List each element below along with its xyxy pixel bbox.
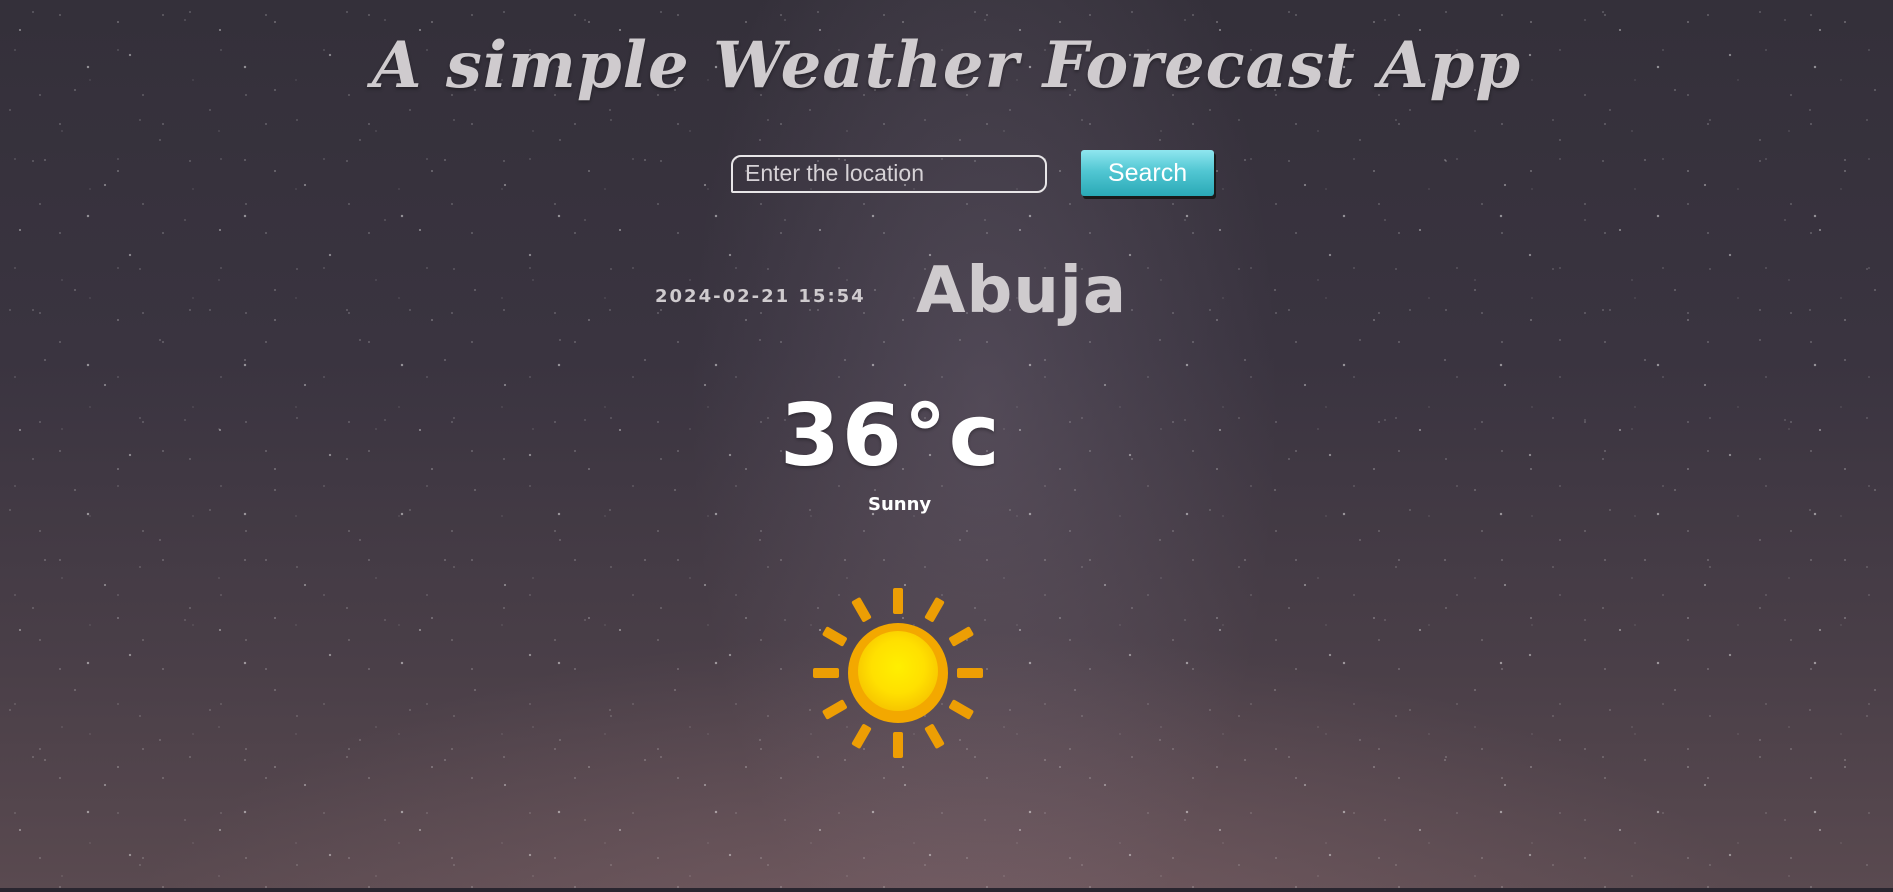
weather-app: A simple Weather Forecast App Search 202… [0, 0, 1893, 892]
search-button[interactable]: Search [1081, 150, 1214, 196]
bottom-strip [0, 888, 1893, 892]
location-search-input[interactable] [731, 154, 1047, 193]
date-time: 2024-02-21 15:54 [655, 286, 866, 307]
page-title: A simple Weather Forecast App [371, 28, 1522, 103]
city-name: Abuja [916, 254, 1128, 328]
temperature: 36°c [780, 386, 1002, 486]
sun-icon [813, 588, 983, 758]
weather-condition: Sunny [868, 494, 932, 515]
search-bar: Search [731, 150, 1214, 196]
